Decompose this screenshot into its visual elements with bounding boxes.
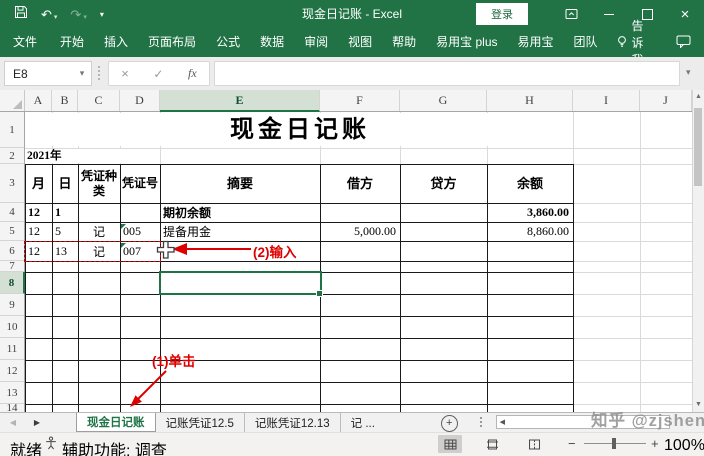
quick-access-toolbar: ↶ ▾ ↷ ▾ ▾ xyxy=(0,5,104,24)
formula-buttons: × ✓ fx xyxy=(108,61,210,86)
header-cell-debit[interactable]: 借方 xyxy=(320,164,400,203)
chevron-down-icon[interactable]: ▾ xyxy=(73,68,91,79)
vertical-scrollbar-thumb[interactable] xyxy=(694,108,702,186)
ribbon-tab-yiyongbao-plus[interactable]: 易用宝 plus xyxy=(426,28,507,57)
cell-c5[interactable]: 记 xyxy=(78,222,120,241)
ribbon-tab-formulas[interactable]: 公式 xyxy=(206,28,250,57)
page-layout-view-button[interactable] xyxy=(480,435,504,453)
cell-b6[interactable]: 13 xyxy=(52,241,78,261)
cell-e4[interactable]: 期初余额 xyxy=(160,203,320,222)
sheet-nav-right-icon[interactable]: ▶ xyxy=(26,413,48,432)
ribbon-tab-view[interactable]: 视图 xyxy=(338,28,382,57)
fill-handle[interactable] xyxy=(316,290,323,297)
header-cell-day[interactable]: 日 xyxy=(52,164,78,203)
save-icon[interactable] xyxy=(14,5,28,24)
scroll-left-icon[interactable]: ◀ xyxy=(497,418,505,426)
cell-f5[interactable]: 5,000.00 xyxy=(320,222,400,241)
excel-window: ↶ ▾ ↷ ▾ ▾ 现金日记账 - Excel 登录 × 文件 开始 插入 页面… xyxy=(0,0,704,456)
formula-bar-divider xyxy=(98,66,102,80)
title-bar: ↶ ▾ ↷ ▾ ▾ 现金日记账 - Excel 登录 × xyxy=(0,0,704,28)
enter-icon[interactable]: ✓ xyxy=(153,67,163,81)
sheet-tab-cash-journal[interactable]: 现金日记账 xyxy=(76,413,156,432)
close-button[interactable]: × xyxy=(666,0,704,28)
name-box[interactable]: E8 ▾ xyxy=(4,61,92,86)
cell-h4[interactable]: 3,860.00 xyxy=(487,203,573,222)
formula-bar: E8 ▾ × ✓ fx ▾ xyxy=(0,57,704,91)
ribbon-tab-yiyongbao[interactable]: 易用宝 xyxy=(508,28,564,57)
minimize-icon xyxy=(604,14,614,15)
add-sheet-button[interactable]: + xyxy=(441,415,458,432)
ribbon-tab-file[interactable]: 文件 xyxy=(0,28,50,57)
sheet-tab-voucher-12-13[interactable]: 记账凭证12.13 xyxy=(245,413,341,432)
page-break-view-button[interactable] xyxy=(522,435,546,453)
header-cell-summary[interactable]: 摘要 xyxy=(160,164,320,203)
accessibility-status-label[interactable]: 辅助功能: 调查 xyxy=(62,437,167,456)
zoom-level-label[interactable]: 100% xyxy=(664,437,698,455)
window-controls: 登录 × xyxy=(476,0,704,28)
cancel-icon[interactable]: × xyxy=(121,66,129,81)
sheet-tab-voucher-12-5[interactable]: 记账凭证12.5 xyxy=(156,413,245,432)
grid-view-icon xyxy=(444,439,457,450)
lightbulb-icon xyxy=(616,35,628,51)
chevron-down-icon: ▾ xyxy=(54,13,58,21)
ribbon-tab-review[interactable]: 审阅 xyxy=(294,28,338,57)
ribbon-tab-data[interactable]: 数据 xyxy=(250,28,294,57)
sheet-tab-bar: ◀ ▶ 现金日记账 记账凭证12.5 记账凭证12.13 记 ... + ◀ xyxy=(0,412,704,432)
ribbon-tab-home[interactable]: 开始 xyxy=(50,28,94,57)
cell-a5[interactable]: 12 xyxy=(25,222,52,241)
sheet-title-cell[interactable]: 现金日记账 xyxy=(160,114,440,146)
cell-h5[interactable]: 8,860.00 xyxy=(487,222,573,241)
cell-c6[interactable]: 记 xyxy=(78,241,120,261)
comments-button[interactable] xyxy=(663,35,704,51)
cell-b4[interactable]: 1 xyxy=(52,203,78,222)
header-cell-month[interactable]: 月 xyxy=(25,164,52,203)
cell-b5[interactable]: 5 xyxy=(52,222,78,241)
ribbon-tab-page-layout[interactable]: 页面布局 xyxy=(138,28,206,57)
horizontal-scrollbar[interactable]: ◀ xyxy=(496,415,670,429)
undo-icon: ↶ xyxy=(41,8,52,21)
tab-splitter-handle[interactable] xyxy=(480,417,484,427)
normal-view-button[interactable] xyxy=(438,435,462,453)
zoom-out-button[interactable]: − xyxy=(568,436,576,451)
scroll-down-icon[interactable]: ▼ xyxy=(695,401,702,408)
plus-icon: + xyxy=(446,418,452,429)
redo-icon: ↷ xyxy=(70,8,81,21)
login-button[interactable]: 登录 xyxy=(476,3,528,25)
sheet-nav-left-icon[interactable]: ◀ xyxy=(0,413,26,432)
page-layout-icon xyxy=(486,439,499,450)
sheet-tab-partial[interactable]: 记 ... xyxy=(341,413,413,432)
cell-a4[interactable]: 12 xyxy=(25,203,52,222)
formula-input[interactable] xyxy=(214,61,680,86)
zoom-in-button[interactable]: + xyxy=(651,436,659,451)
comment-icon xyxy=(676,35,691,51)
page-break-icon xyxy=(528,439,541,450)
customize-qat-button[interactable]: ▾ xyxy=(100,10,104,19)
header-cell-balance[interactable]: 余额 xyxy=(487,164,573,203)
ribbon-tab-team[interactable]: 团队 xyxy=(564,28,608,57)
close-icon: × xyxy=(681,7,690,22)
formula-bar-expand-icon[interactable]: ▾ xyxy=(686,67,691,78)
zoom-slider-thumb[interactable] xyxy=(612,438,616,449)
cell-d5[interactable]: 005 xyxy=(120,222,160,241)
header-cell-credit[interactable]: 贷方 xyxy=(400,164,487,203)
chevron-down-icon: ▾ xyxy=(83,13,87,21)
scroll-up-icon[interactable]: ▲ xyxy=(695,93,702,100)
cell-d6[interactable]: 007 xyxy=(120,241,160,261)
ribbon-tab-help[interactable]: 帮助 xyxy=(382,28,426,57)
cell-a6[interactable]: 12 xyxy=(25,241,52,261)
ribbon-tab-insert[interactable]: 插入 xyxy=(94,28,138,57)
name-box-value: E8 xyxy=(5,67,73,81)
header-cell-voucher-type[interactable]: 凭证种类 xyxy=(78,164,120,203)
header-cell-voucher-no[interactable]: 凭证号 xyxy=(120,164,160,203)
cell-e5[interactable]: 提备用金 xyxy=(160,222,320,241)
insert-function-icon[interactable]: fx xyxy=(188,66,197,81)
redo-button[interactable]: ↷ ▾ xyxy=(70,8,86,21)
status-mode-label: 就绪 xyxy=(10,437,42,456)
ribbon-display-options-button[interactable] xyxy=(552,0,590,28)
year-cell[interactable]: 2021年 xyxy=(27,148,62,164)
ribbon-tab-strip: 文件 开始 插入 页面布局 公式 数据 审阅 视图 帮助 易用宝 plus 易用… xyxy=(0,28,704,57)
undo-button[interactable]: ↶ ▾ xyxy=(41,8,57,21)
accessibility-icon xyxy=(44,436,58,455)
